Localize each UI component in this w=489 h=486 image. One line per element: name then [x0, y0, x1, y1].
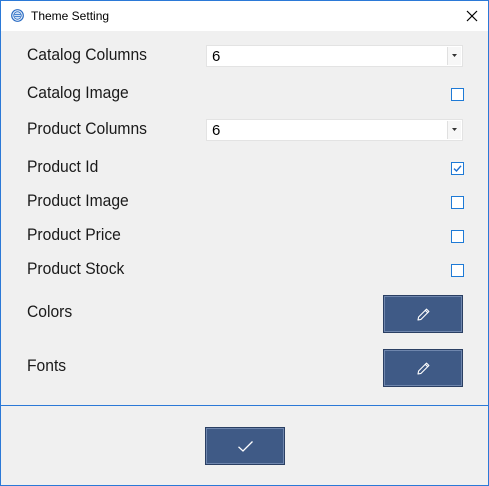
fonts-label: Fonts	[27, 356, 67, 375]
product-columns-label: Product Columns	[27, 119, 147, 138]
title-bar: Theme Setting	[1, 1, 488, 31]
pencil-icon	[417, 308, 430, 321]
catalog-image-label: Catalog Image	[27, 83, 129, 102]
confirm-button[interactable]	[205, 427, 285, 465]
pencil-icon	[417, 362, 430, 375]
checkmark-icon	[238, 441, 253, 452]
product-stock-label: Product Stock	[27, 259, 125, 278]
window-title: Theme Setting	[31, 9, 110, 23]
close-icon	[466, 10, 478, 22]
edit-fonts-button[interactable]	[383, 349, 463, 387]
settings-panel: Catalog Columns 6 Catalog Image Product …	[1, 31, 488, 405]
edit-colors-button[interactable]	[383, 295, 463, 333]
close-button[interactable]	[459, 5, 485, 27]
product-image-checkbox[interactable]	[451, 196, 464, 209]
product-id-checkbox[interactable]	[451, 162, 464, 175]
product-columns-dropdown-button[interactable]	[447, 121, 461, 139]
product-price-label: Product Price	[27, 225, 121, 244]
catalog-columns-select[interactable]: 6	[206, 45, 463, 67]
product-price-checkbox[interactable]	[451, 230, 464, 243]
catalog-image-checkbox[interactable]	[451, 88, 464, 101]
product-image-label: Product Image	[27, 191, 129, 210]
app-icon	[11, 9, 24, 22]
product-columns-select[interactable]: 6	[206, 119, 463, 141]
chevron-down-icon	[452, 128, 457, 131]
product-stock-checkbox[interactable]	[451, 264, 464, 277]
product-id-label: Product Id	[27, 157, 99, 176]
product-columns-value: 6	[212, 122, 221, 139]
catalog-columns-dropdown-button[interactable]	[447, 47, 461, 65]
theme-setting-window: Theme Setting Catalog Columns 6 Catalog …	[0, 0, 489, 486]
checkmark-icon	[453, 165, 462, 173]
chevron-down-icon	[452, 54, 457, 57]
colors-label: Colors	[27, 302, 73, 321]
catalog-columns-value: 6	[212, 48, 221, 65]
catalog-columns-label: Catalog Columns	[27, 45, 147, 64]
footer	[1, 406, 488, 485]
